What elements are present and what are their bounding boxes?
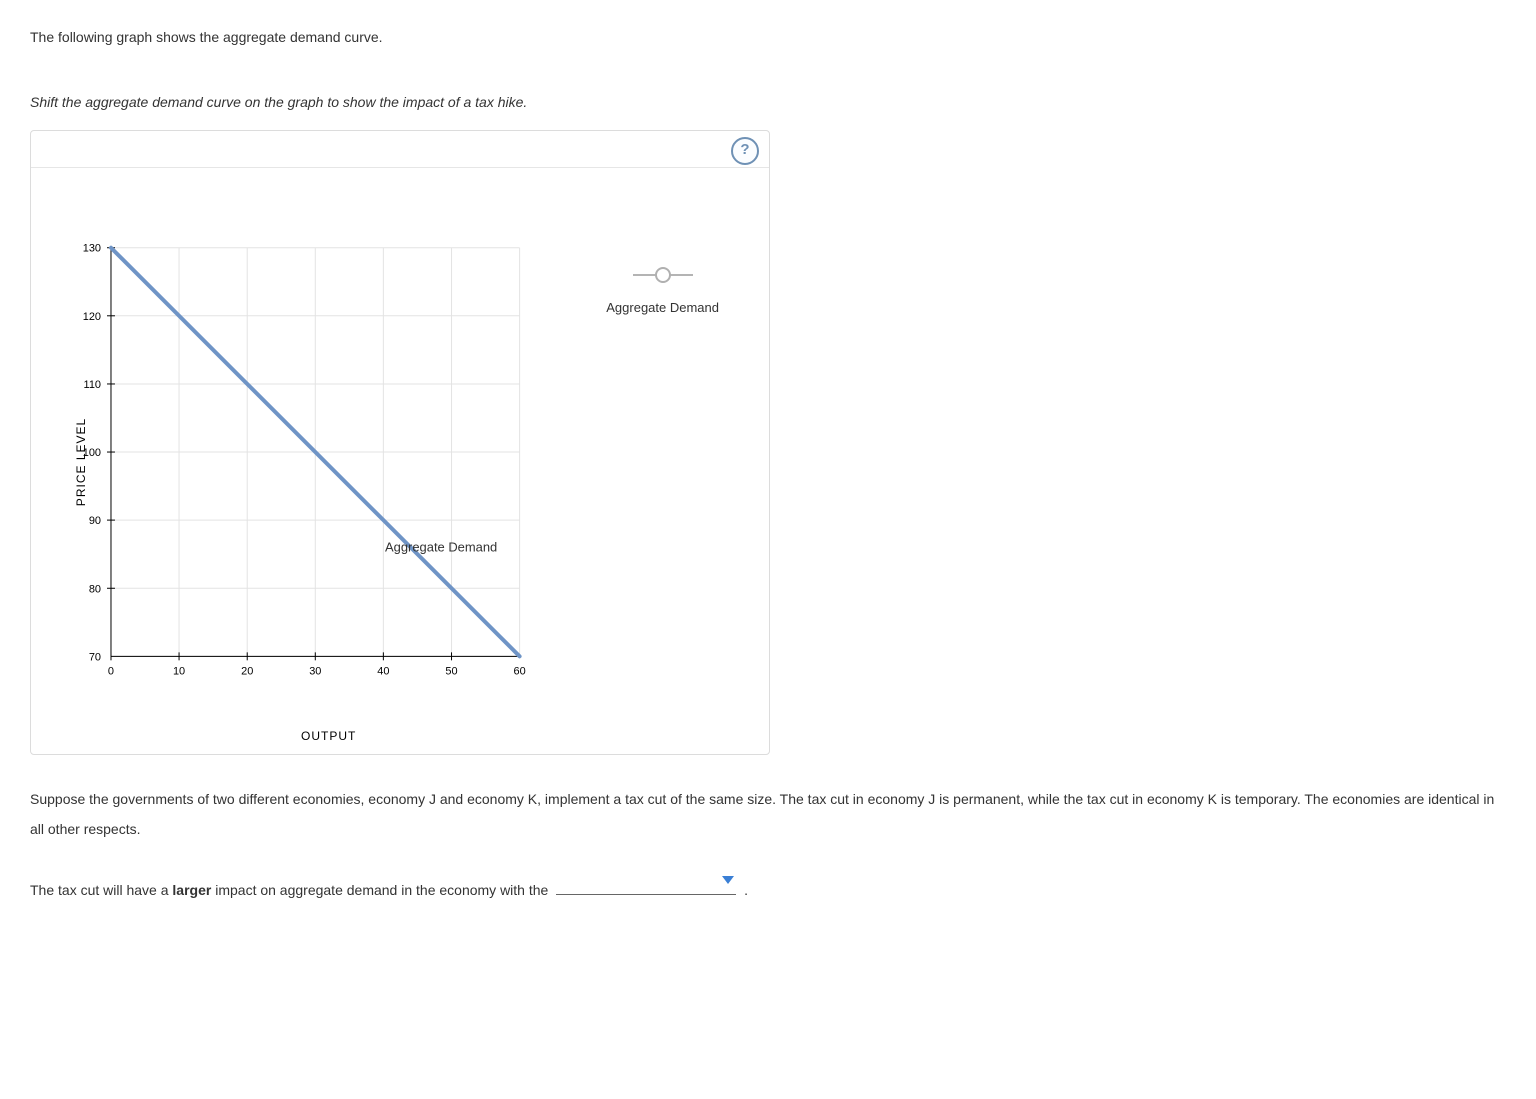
y-tick-1: 80 [89, 584, 101, 596]
chart-body: 0 10 20 30 40 50 60 70 80 90 100 110 120… [31, 168, 769, 755]
chart-header: ? [31, 131, 769, 168]
help-button[interactable]: ? [731, 137, 759, 165]
fill-mid: impact on aggregate demand in the econom… [211, 882, 552, 898]
instruction-text: Shift the aggregate demand curve on the … [30, 90, 1506, 115]
fill-suffix: . [740, 882, 748, 898]
answer-dropdown[interactable] [556, 874, 736, 895]
y-tick-6: 130 [83, 243, 101, 255]
y-tick-0: 70 [89, 652, 101, 664]
chart-svg: 0 10 20 30 40 50 60 70 80 90 100 110 120… [31, 168, 769, 755]
y-axis-label: PRICE LEVEL [74, 418, 88, 506]
x-tick-1: 10 [173, 666, 185, 678]
x-tick-0: 0 [108, 666, 114, 678]
x-axis-label: OUTPUT [301, 729, 356, 743]
chevron-down-icon [722, 876, 734, 884]
paragraph-two-economies: Suppose the governments of two different… [30, 785, 1506, 844]
legend-aggregate-demand[interactable]: Aggregate Demand [606, 268, 719, 315]
x-tick-6: 60 [513, 666, 525, 678]
fill-prefix: The tax cut will have a [30, 882, 172, 898]
x-tick-3: 30 [309, 666, 321, 678]
legend-label: Aggregate Demand [606, 300, 719, 315]
x-tick-5: 50 [445, 666, 457, 678]
legend-symbol [633, 268, 693, 282]
y-tick-5: 120 [83, 311, 101, 323]
fill-bold: larger [172, 882, 211, 898]
chart-panel: ? [30, 130, 770, 755]
curve-annotation: Aggregate Demand [385, 540, 497, 555]
y-tick-2: 90 [89, 515, 101, 527]
intro-text: The following graph shows the aggregate … [30, 25, 1506, 50]
x-tick-2: 20 [241, 666, 253, 678]
y-tick-4: 110 [84, 379, 101, 391]
fill-in-sentence: The tax cut will have a larger impact on… [30, 874, 1506, 905]
x-tick-4: 40 [377, 666, 389, 678]
